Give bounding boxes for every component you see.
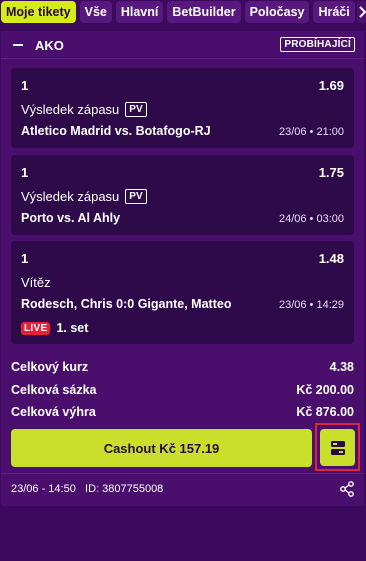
market-name: Výsledek zápasu <box>21 102 120 117</box>
selection-event[interactable]: Porto vs. Al Ahly <box>21 211 120 225</box>
divider <box>1 473 364 474</box>
market-tab-bar: Moje tikety Vše Hlavní BetBuilder Poloča… <box>0 0 366 24</box>
bet-ticket: AKO PROBÍHAJÍCÍ 1 1.69 Výsledek zápasu P… <box>1 31 364 506</box>
selection-outcome: 1 <box>21 251 29 266</box>
tab-hraci[interactable]: Hráči <box>313 1 355 23</box>
minus-icon[interactable] <box>13 44 23 46</box>
tab-moje-tikety[interactable]: Moje tikety <box>1 1 76 23</box>
total-odds-value: 4.38 <box>329 360 354 374</box>
selection-datetime: 24/06 • 03:00 <box>278 213 344 225</box>
pv-badge: PV <box>125 102 147 117</box>
pv-badge: PV <box>125 189 147 204</box>
selection-item: 1 1.48 Vítěz Rodesch, Chris 0:0 Gigante,… <box>11 241 354 344</box>
total-win-label: Celková výhra <box>11 405 96 419</box>
selection-market: Vítěz <box>21 275 51 290</box>
ticket-type: AKO <box>35 38 64 53</box>
selection-event[interactable]: Atletico Madrid vs. Botafogo-RJ <box>21 124 211 138</box>
live-period: 1. set <box>56 321 89 335</box>
live-status: LIVE 1. set <box>21 321 88 335</box>
selection-datetime: 23/06 • 14:29 <box>278 299 344 311</box>
market-name: Vítěz <box>21 275 51 290</box>
selection-odds: 1.75 <box>318 165 344 180</box>
selection-item: 1 1.75 Výsledek zápasu PV Porto vs. Al A… <box>11 155 354 235</box>
ticket-date: 23/06 - 14:50 <box>11 483 76 495</box>
selection-outcome: 1 <box>21 78 29 93</box>
tab-vse[interactable]: Vše <box>79 1 112 23</box>
selection-odds: 1.69 <box>318 78 344 93</box>
selection-event[interactable]: Rodesch, Chris 0:0 Gigante, Matteo <box>21 297 231 311</box>
cashout-settings-highlight <box>315 423 360 471</box>
selection-market: Výsledek zápasu PV <box>21 189 147 204</box>
tab-betbuilder[interactable]: BetBuilder <box>167 1 241 23</box>
share-icon <box>340 481 354 497</box>
selection-item: 1 1.69 Výsledek zápasu PV Atletico Madri… <box>11 68 354 148</box>
chevron-right-icon <box>359 6 366 18</box>
cashout-button[interactable]: Cashout Kč 157.19 <box>11 429 312 467</box>
share-button[interactable] <box>340 481 354 500</box>
selection-market: Výsledek zápasu PV <box>21 102 147 117</box>
cashout-settings-button[interactable] <box>320 429 355 466</box>
total-stake-value: Kč 200.00 <box>296 383 354 397</box>
tab-hlavni[interactable]: Hlavní <box>115 1 164 23</box>
ticket-meta: 23/06 - 14:50 ID: 3807755008 <box>11 483 163 495</box>
status-badge: PROBÍHAJÍCÍ <box>280 37 355 52</box>
total-stake-label: Celková sázka <box>11 383 97 397</box>
live-badge: LIVE <box>21 321 51 335</box>
total-win-value: Kč 876.00 <box>296 405 354 419</box>
ticket-id: ID: 3807755008 <box>85 483 164 495</box>
total-odds-label: Celkový kurz <box>11 360 89 374</box>
selection-datetime: 23/06 • 21:00 <box>278 126 344 138</box>
tab-polocasy[interactable]: Poločasy <box>244 1 310 23</box>
ticket-footer: 23/06 - 14:50 ID: 3807755008 <box>11 481 354 500</box>
selection-odds: 1.48 <box>318 251 344 266</box>
market-name: Výsledek zápasu <box>21 189 120 204</box>
tabs-scroll-right-button[interactable] <box>356 1 366 23</box>
cashout-settings-icon <box>330 440 345 455</box>
selection-outcome: 1 <box>21 165 29 180</box>
ticket-header[interactable]: AKO PROBÍHAJÍCÍ <box>1 31 364 59</box>
